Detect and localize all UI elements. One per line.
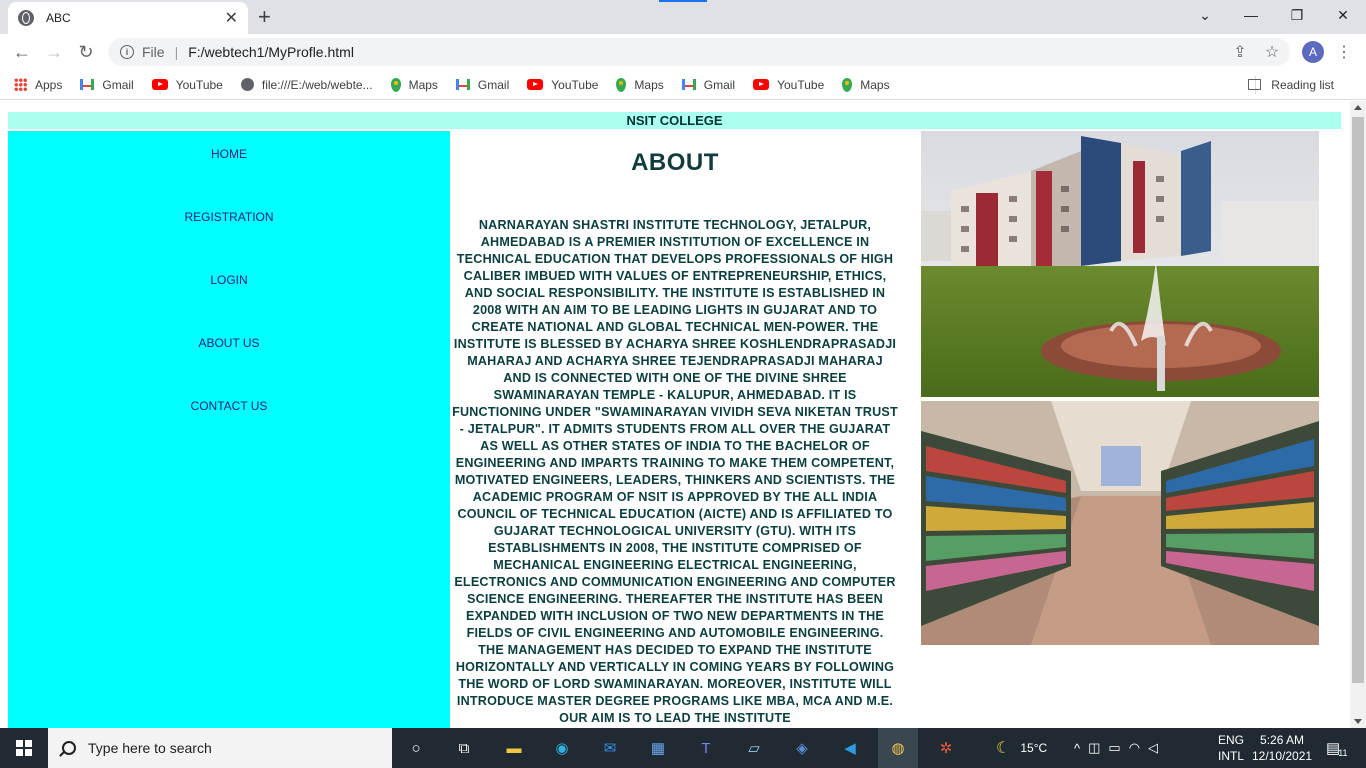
bookmark-youtube[interactable]: YouTube: [151, 78, 223, 92]
taskbar-search[interactable]: Type here to search: [48, 728, 392, 768]
gmail-icon: [681, 79, 696, 90]
windows-taskbar: Type here to search ○ ⧉ ▬ ◉ ✉ ▦ T ▱ ◈ ◀ …: [0, 728, 1366, 768]
weather-widget[interactable]: ☾ 15°C: [996, 728, 1047, 768]
search-placeholder: Type here to search: [88, 740, 212, 756]
url-scheme: File: [142, 44, 165, 60]
chevron-up-icon[interactable]: ^: [1074, 741, 1088, 756]
vscode-icon[interactable]: ◀: [836, 734, 864, 762]
temperature: 15°C: [1020, 741, 1048, 755]
bookmarks-bar: Apps Gmail YouTube file:///E:/web/webte.…: [0, 70, 1366, 100]
address-bar[interactable]: i File | F:/webtech1/MyProfle.html: [108, 38, 1290, 66]
bookmark-star-icon[interactable]: ☆: [1260, 40, 1284, 64]
share-icon[interactable]: ⇪: [1228, 40, 1252, 64]
system-tray-icons[interactable]: ^ ◫ ▭ ◠ ◁: [1074, 728, 1166, 768]
url-text: F:/webtech1/MyProfle.html: [188, 44, 354, 60]
gmail-icon: [80, 79, 95, 90]
bookmark-apps[interactable]: Apps: [14, 78, 62, 92]
bookmark-gmail[interactable]: Gmail: [681, 78, 735, 92]
battery-icon[interactable]: ▭: [1108, 740, 1128, 756]
windows-logo-icon: [16, 740, 32, 756]
browser-toolbar: ← → ↻ i File | F:/webtech1/MyProfle.html…: [0, 34, 1366, 70]
new-tab-button[interactable]: +: [258, 4, 271, 30]
scroll-up-icon[interactable]: [1354, 105, 1362, 110]
scroll-down-icon[interactable]: [1354, 719, 1362, 724]
youtube-icon: [151, 79, 168, 90]
browser-tab[interactable]: ABC ✕: [8, 2, 248, 34]
app-icon[interactable]: ✲: [932, 734, 960, 762]
about-section: ABOUT NARNARAYAN SHASTRI INSTITUTE TECHN…: [450, 131, 900, 727]
start-button[interactable]: [0, 728, 48, 768]
close-tab-icon[interactable]: ✕: [225, 8, 238, 28]
url-separator: |: [174, 44, 179, 60]
side-navigation: HOME REGISTRATION LOGIN ABOUT US CONTACT…: [8, 131, 450, 728]
bookmark-youtube[interactable]: YouTube: [527, 78, 598, 92]
back-button[interactable]: ←: [10, 40, 34, 64]
bookmark-file[interactable]: file:///E:/web/webte...: [240, 78, 373, 92]
info-icon[interactable]: i: [120, 45, 134, 59]
scroll-thumb[interactable]: [1352, 117, 1364, 683]
maps-icon: [616, 77, 627, 92]
maps-icon: [390, 77, 401, 92]
nav-contact-us[interactable]: CONTACT US: [8, 399, 450, 413]
close-window-button[interactable]: ✕: [1320, 0, 1366, 30]
page-scrollbar[interactable]: [1350, 101, 1366, 728]
edge-icon[interactable]: ◉: [548, 734, 576, 762]
notes-icon[interactable]: ▱: [740, 734, 768, 762]
library-bookshelves-photo: [921, 401, 1319, 645]
bookmark-youtube[interactable]: YouTube: [753, 78, 824, 92]
file-explorer-icon[interactable]: ▬: [500, 734, 528, 762]
nav-about-us[interactable]: ABOUT US: [8, 336, 450, 350]
chrome-icon[interactable]: ◍: [878, 728, 918, 768]
page-viewport: NSIT COLLEGE HOME REGISTRATION LOGIN ABO…: [0, 101, 1350, 728]
clock-time: 5:26 AM: [1260, 733, 1305, 747]
clock-date: 12/10/2021: [1252, 749, 1313, 763]
tab-title: ABC: [46, 11, 71, 25]
youtube-icon: [753, 79, 770, 90]
bookmark-maps[interactable]: Maps: [842, 77, 890, 92]
restore-button[interactable]: ❐: [1274, 0, 1320, 30]
tab-search-button[interactable]: ⌄: [1182, 0, 1228, 30]
nav-login[interactable]: LOGIN: [8, 273, 450, 287]
wifi-icon[interactable]: ◠: [1129, 740, 1148, 756]
notification-count: 11: [1338, 748, 1348, 758]
browser-tab-strip: ABC ✕ + ⌄ — ❐ ✕: [0, 0, 1366, 34]
notification-center[interactable]: ▤ 11: [1326, 728, 1348, 768]
bookmark-gmail[interactable]: Gmail: [80, 78, 134, 92]
moon-icon: ☾: [996, 740, 1011, 757]
maps-icon: [842, 77, 853, 92]
reload-button[interactable]: ↻: [74, 40, 98, 64]
about-text: NARNARAYAN SHASTRI INSTITUTE TECHNOLOGY,…: [452, 218, 898, 725]
store-icon[interactable]: ▦: [644, 734, 672, 762]
mail-icon[interactable]: ✉: [596, 734, 624, 762]
gmail-icon: [455, 79, 470, 90]
bookmark-gmail[interactable]: Gmail: [455, 78, 509, 92]
reading-list-button[interactable]: Reading list: [1248, 78, 1334, 92]
menu-icon[interactable]: ⋮: [1332, 40, 1356, 64]
profile-avatar[interactable]: A: [1302, 41, 1324, 63]
globe-icon: [18, 10, 34, 26]
tab-indicator: [659, 0, 707, 2]
youtube-icon: [527, 79, 544, 90]
teams-icon[interactable]: T: [692, 734, 720, 762]
cortana-icon[interactable]: ○: [402, 734, 430, 762]
apps-icon: [14, 78, 27, 91]
bookmark-maps[interactable]: Maps: [616, 77, 664, 92]
minimize-button[interactable]: —: [1228, 0, 1274, 30]
campus-building-photo: [921, 131, 1319, 397]
forward-button[interactable]: →: [42, 40, 66, 64]
globe-icon: [240, 78, 254, 91]
language-indicator[interactable]: ENG INTL: [1218, 728, 1244, 768]
dev-tool-icon[interactable]: ◈: [788, 734, 816, 762]
reading-list-icon: [1248, 79, 1262, 90]
bookmark-maps[interactable]: Maps: [390, 77, 438, 92]
page-header: NSIT COLLEGE: [8, 112, 1341, 129]
task-view-icon[interactable]: ⧉: [450, 734, 478, 762]
about-title: ABOUT: [631, 149, 719, 176]
search-icon: [62, 741, 76, 755]
nav-registration[interactable]: REGISTRATION: [8, 210, 450, 224]
clock[interactable]: 5:26 AM 12/10/2021: [1252, 732, 1312, 764]
nav-home[interactable]: HOME: [8, 147, 450, 161]
network-icon[interactable]: ◫: [1088, 740, 1108, 756]
volume-icon[interactable]: ◁: [1148, 740, 1166, 756]
